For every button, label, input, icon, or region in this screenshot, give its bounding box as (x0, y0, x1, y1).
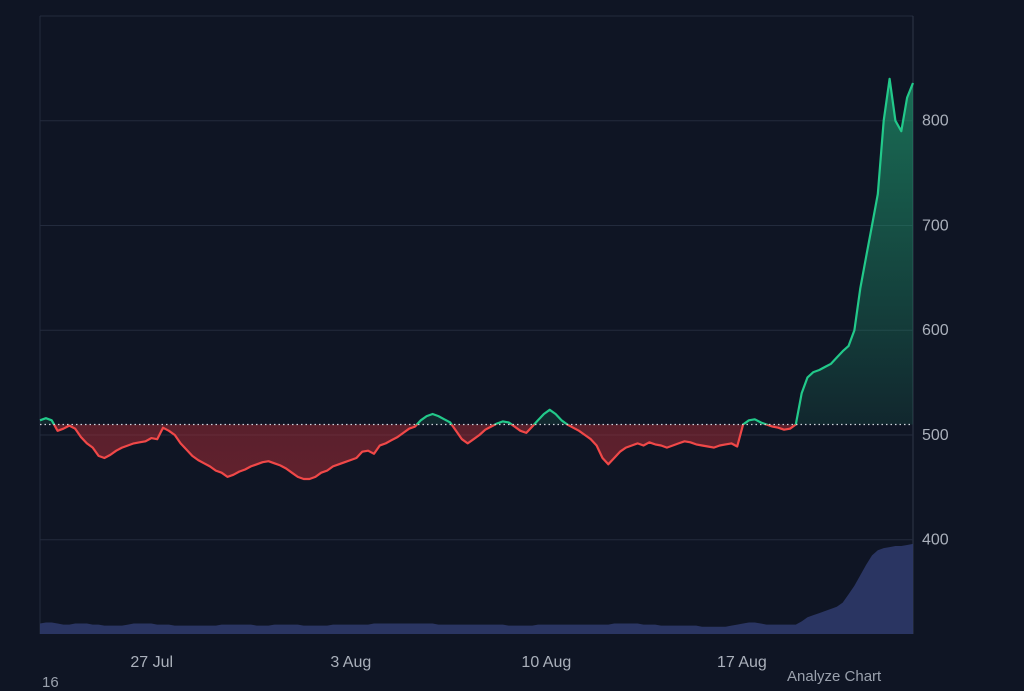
y-tick-label-400: 400 (922, 532, 949, 549)
volume-area (40, 543, 913, 634)
y-tick-label-500: 500 (922, 427, 949, 444)
x-tick-label-0: 27 Jul (130, 654, 173, 671)
y-tick-label-800: 800 (922, 113, 949, 130)
y-tick-label-600: 600 (922, 322, 949, 339)
x-tick-label-1: 3 Aug (330, 654, 371, 671)
area-above-baseline (40, 78, 913, 425)
price-chart: 400 500 600 700 800 27 Jul 3 Aug 10 Aug 17 Aug (39, 15, 949, 671)
price-line-above (39, 77, 915, 425)
area-below-baseline (54, 424, 796, 479)
x-tick-label-2: 10 Aug (521, 654, 571, 671)
analyze-chart-link[interactable]: Analyze Chart (787, 668, 881, 685)
price-line-below (52, 424, 797, 481)
y-tick-label-700: 700 (922, 217, 949, 234)
x-tick-label-3: 17 Aug (717, 654, 767, 671)
